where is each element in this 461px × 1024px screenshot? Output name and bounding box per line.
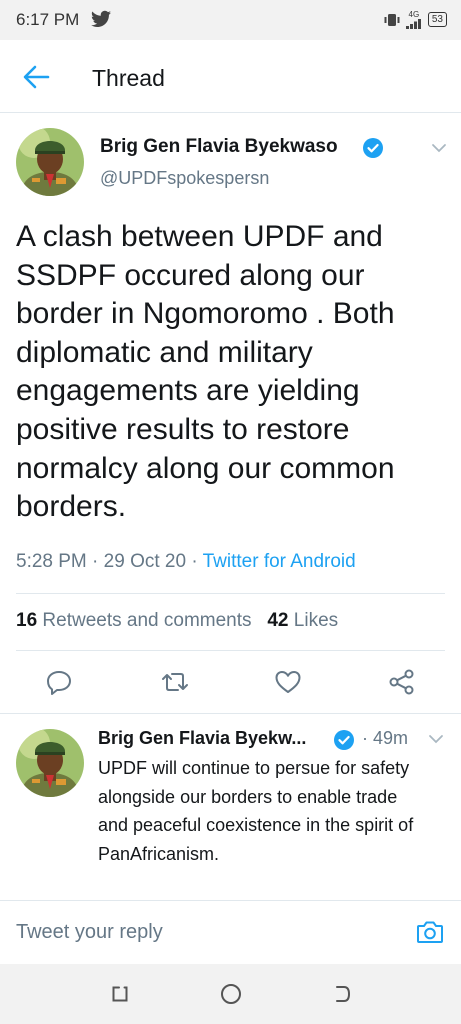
meta-separator: · [191,551,198,572]
tweet-stats: 16 Retweets and comments 42 Likes [16,610,338,632]
author-handle[interactable]: @UPDFspokespersn [100,168,269,189]
status-bar: 6:17 PM 4G 53 [0,0,461,40]
recents-icon[interactable] [108,982,132,1006]
twitter-bird-icon [91,10,111,27]
page-title: Thread [92,65,165,91]
meta-separator: · [92,551,99,572]
likes-stat[interactable]: 42 Likes [267,610,338,631]
divider [16,650,445,651]
avatar[interactable] [16,128,84,196]
signal-icon: 4G [405,10,422,29]
retweets-stat[interactable]: 16 Retweets and comments [16,610,257,631]
tweet-source-link[interactable]: Twitter for Android [203,551,356,572]
status-time: 6:17 PM [16,10,80,29]
retweets-count: 16 [16,610,38,631]
system-nav-bar [0,964,461,1024]
divider [16,593,445,594]
verified-badge-icon [334,730,354,750]
back-icon[interactable] [330,982,354,1006]
likes-count: 42 [267,610,289,631]
reply-text: UPDF will continue to persue for safety … [98,758,414,864]
status-icons: 4G 53 [384,10,447,29]
camera-icon[interactable] [416,919,444,945]
share-icon[interactable] [387,667,417,697]
network-type: 4G [408,10,420,19]
like-icon[interactable] [273,667,303,697]
retweets-label: Retweets and comments [42,610,252,631]
vibrate-icon [384,13,400,26]
arrow-left-icon[interactable] [22,64,50,90]
battery-icon: 53 [427,12,447,27]
likes-label: Likes [293,610,339,631]
tweet-time: 5:28 PM [16,551,87,572]
chevron-down-icon[interactable] [430,142,448,154]
avatar[interactable] [16,729,84,797]
verified-badge-icon [363,138,383,158]
chevron-down-icon[interactable] [427,733,445,745]
author-name[interactable]: Brig Gen Flavia Byekwaso [100,136,338,158]
reply-author-name[interactable]: Brig Gen Flavia Byekw... [98,728,306,749]
tweet-date: 29 Oct 20 [103,551,187,572]
tweet-text: A clash between UPDF and SSDPF occured a… [16,220,395,524]
app-bar: Thread [0,40,461,113]
reply-time: · 49m [362,728,409,748]
tweet-meta: 5:28 PM · 29 Oct 20 · Twitter for Androi… [16,551,356,573]
reply-composer: Tweet your reply [0,900,461,964]
divider [0,713,461,714]
reply-icon[interactable] [44,667,74,697]
retweet-icon[interactable] [160,667,190,697]
home-icon[interactable] [219,982,243,1006]
reply-input[interactable]: Tweet your reply [16,921,163,944]
